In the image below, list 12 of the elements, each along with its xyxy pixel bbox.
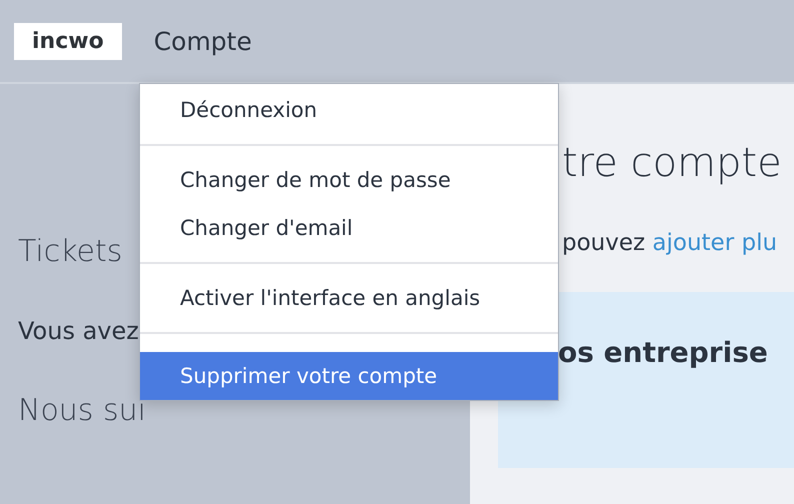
menu-item[interactable]: Activer l'interface en anglais xyxy=(140,274,558,322)
menu-item[interactable]: Changer de mot de passe xyxy=(140,156,558,204)
card-title: os entreprise xyxy=(558,336,768,369)
menu-item[interactable]: Changer d'email xyxy=(140,204,558,252)
account-menu-button[interactable]: Compte xyxy=(154,26,252,56)
logo[interactable]: incwo xyxy=(14,22,122,60)
menu-item[interactable]: Déconnexion xyxy=(140,86,558,134)
page-title: tre compte xyxy=(562,140,782,186)
section-heading: Tickets xyxy=(18,234,122,269)
menu-item[interactable]: Supprimer votre compte xyxy=(140,352,558,400)
body-text: Vous avez xyxy=(18,317,139,345)
body-text: pouvez ajouter plu xyxy=(562,230,778,256)
